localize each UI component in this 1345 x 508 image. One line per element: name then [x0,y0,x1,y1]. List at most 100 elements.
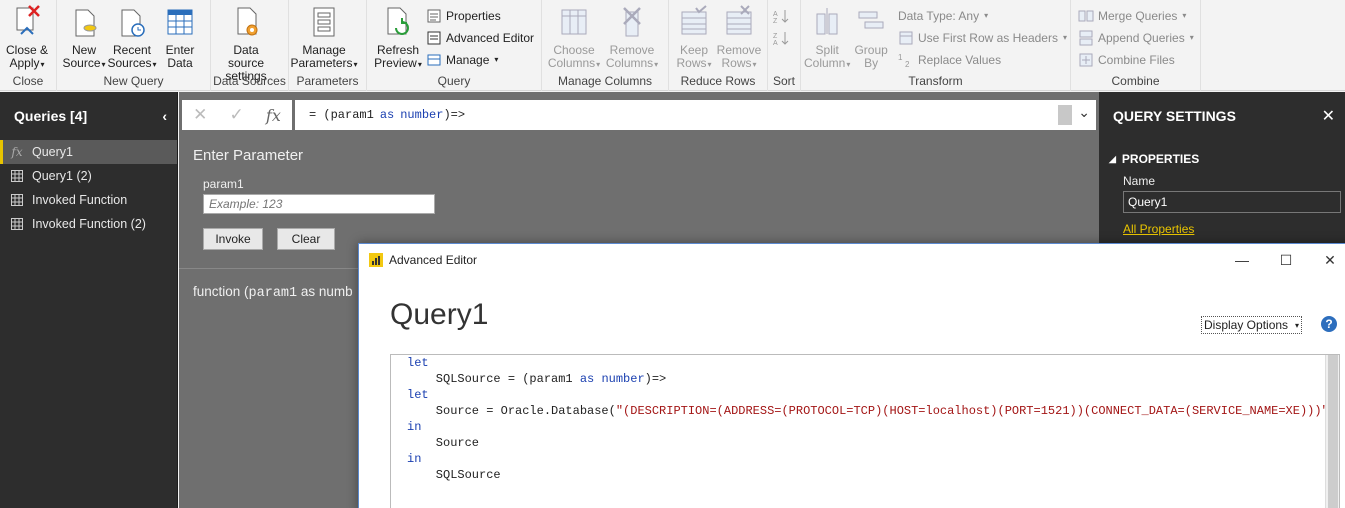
enter-data-label2: Data [167,56,193,70]
formula-input[interactable]: = (param1 as number )=> ⌄ [295,100,1096,130]
minimize-icon[interactable]: — [1220,244,1264,276]
all-properties-link[interactable]: All Properties [1123,222,1345,236]
sort-ascending-button[interactable]: AZ [773,6,789,25]
group-label-data-sources: Data Sources [213,74,286,88]
function-description: function (param1 as numb [193,284,353,301]
editor-titlebar: Advanced Editor — ☐ ✕ [359,244,1345,276]
properties-button[interactable]: Properties [426,6,534,25]
manage-query-button[interactable]: Manage ▾ [426,50,534,69]
query-settings-header: QUERY SETTINGS ✕ [1099,92,1345,140]
clear-button[interactable]: Clear [277,228,335,250]
svg-text:A: A [773,11,778,18]
choose-columns-button[interactable]: Choose Columns▾ [545,4,603,71]
expand-formula-icon[interactable]: ⌄ [1078,105,1090,122]
help-icon[interactable]: ? [1321,316,1337,332]
use-first-row-button[interactable]: Use First Row as Headers ▾ [898,28,1067,47]
code-line: Source [391,435,1339,451]
check-icon[interactable]: ✓ [230,105,244,125]
sort-descending-button[interactable]: ZA [773,28,789,47]
group-label-transform: Transform [908,74,963,88]
remove-columns-label2: Columns [605,56,654,70]
properties-icon [427,9,441,22]
replace-values-button[interactable]: 12 Replace Values [898,50,1067,69]
data-source-settings-label: Data source [227,43,265,70]
split-column-button[interactable]: Split Column▾ [804,4,850,71]
ribbon-group-sort: AZ ZA Sort [768,0,801,91]
formula-scrollbar[interactable] [1058,105,1072,125]
merge-queries-icon [1078,10,1094,21]
properties-header-label: PROPERTIES [1121,152,1200,166]
code-line: SQLSource = (param1 as number)=> [391,371,1339,387]
data-source-settings-button[interactable]: Data source settings [214,4,278,83]
display-options-dropdown[interactable]: Display Options ▾ [1201,316,1303,334]
append-queries-label: Append Queries [1098,30,1185,45]
query-item-invoked-function[interactable]: Invoked Function [0,188,177,212]
query-name-input[interactable]: Query1 [1123,191,1341,213]
group-label-close: Close [12,74,44,88]
query-settings-title: QUERY SETTINGS [1113,108,1236,124]
combine-files-label: Combine Files [1098,52,1175,67]
code-line: let [391,355,1339,371]
remove-columns-icon [623,7,641,37]
code-line: let [391,387,1339,403]
svg-text:A: A [773,40,778,46]
ribbon-group-new-query: New Source▾ Recent Sources▾ Enter Data N… [57,0,211,91]
merge-queries-label: Merge Queries [1098,8,1178,23]
merge-queries-button[interactable]: Merge Queries ▾ [1078,6,1194,25]
close-window-icon[interactable]: ✕ [1308,244,1345,276]
close-icon[interactable]: ✕ [1322,106,1335,126]
use-first-row-label: Use First Row as Headers [917,30,1058,45]
properties-section-header[interactable]: ◢ PROPERTIES [1109,152,1345,166]
advanced-editor-label: Advanced Editor [446,30,535,45]
choose-columns-label2: Columns [547,56,596,70]
data-source-settings-icon [237,7,258,36]
new-source-button[interactable]: New Source▾ [60,4,108,71]
param1-input[interactable] [203,194,435,214]
group-by-button[interactable]: Group By [850,4,892,70]
remove-columns-button[interactable]: Remove Columns▾ [603,4,661,71]
code-editor[interactable]: let SQLSource = (param1 as number)=> let… [390,354,1340,508]
fx-icon[interactable]: fx [266,106,281,125]
code-text: SQLSource = (param1 [407,372,580,386]
table-icon [10,169,24,183]
ribbon-group-close: Close & Apply▾ Close [0,0,57,91]
scrollbar-thumb[interactable] [1328,355,1338,508]
table-icon [10,193,24,207]
svg-text:Z: Z [773,33,778,40]
combine-files-button[interactable]: Combine Files [1078,50,1194,69]
refresh-preview-icon [387,7,409,35]
recent-sources-button[interactable]: Recent Sources▾ [107,4,157,71]
enter-data-button[interactable]: Enter Data [156,4,204,70]
group-label-parameters: Parameters [296,74,359,88]
append-queries-button[interactable]: Append Queries ▾ [1078,28,1194,47]
window-controls: — ☐ ✕ [1220,244,1345,276]
name-label: Name [1123,174,1156,188]
advanced-editor-button[interactable]: Advanced Editor [426,28,534,47]
invoke-button[interactable]: Invoke [203,228,263,250]
collapse-pane-icon[interactable]: ‹ [162,108,167,124]
data-type-dropdown[interactable]: Data Type: Any ▾ [898,6,1067,25]
editor-query-title: Query1 [390,298,489,331]
keep-rows-label2: Rows [676,56,707,70]
svg-text:2: 2 [905,60,910,68]
code-scrollbar[interactable] [1325,355,1339,508]
function-icon: fx [11,145,23,159]
maximize-icon[interactable]: ☐ [1264,244,1308,276]
manage-parameters-button[interactable]: Manage Parameters▾ [290,4,358,71]
query-item-query1-2[interactable]: Query1 (2) [0,164,177,188]
code-text: SQLSource [407,468,501,482]
remove-rows-button[interactable]: Remove Rows▾ [716,4,762,71]
ribbon-group-parameters: Manage Parameters▾ Parameters [289,0,367,91]
ribbon-group-reduce-rows: Keep Rows▾ Remove Rows▾ Reduce Rows [669,0,768,91]
group-label-query: Query [437,74,471,88]
cancel-icon[interactable]: ✕ [193,105,207,125]
refresh-preview-button[interactable]: Refresh Preview▾ [370,4,426,71]
query-item-query1[interactable]: fx Query1 [0,140,177,164]
query-item-label: Query1 (2) [32,169,92,183]
query-item-invoked-function-2[interactable]: Invoked Function (2) [0,212,177,236]
query-item-label: Invoked Function (2) [32,217,146,231]
close-apply-button[interactable]: Close & Apply▾ [3,4,51,71]
code-keyword: in [407,452,422,466]
keep-rows-button[interactable]: Keep Rows▾ [672,4,716,71]
queries-title: Queries [4] [14,108,88,124]
